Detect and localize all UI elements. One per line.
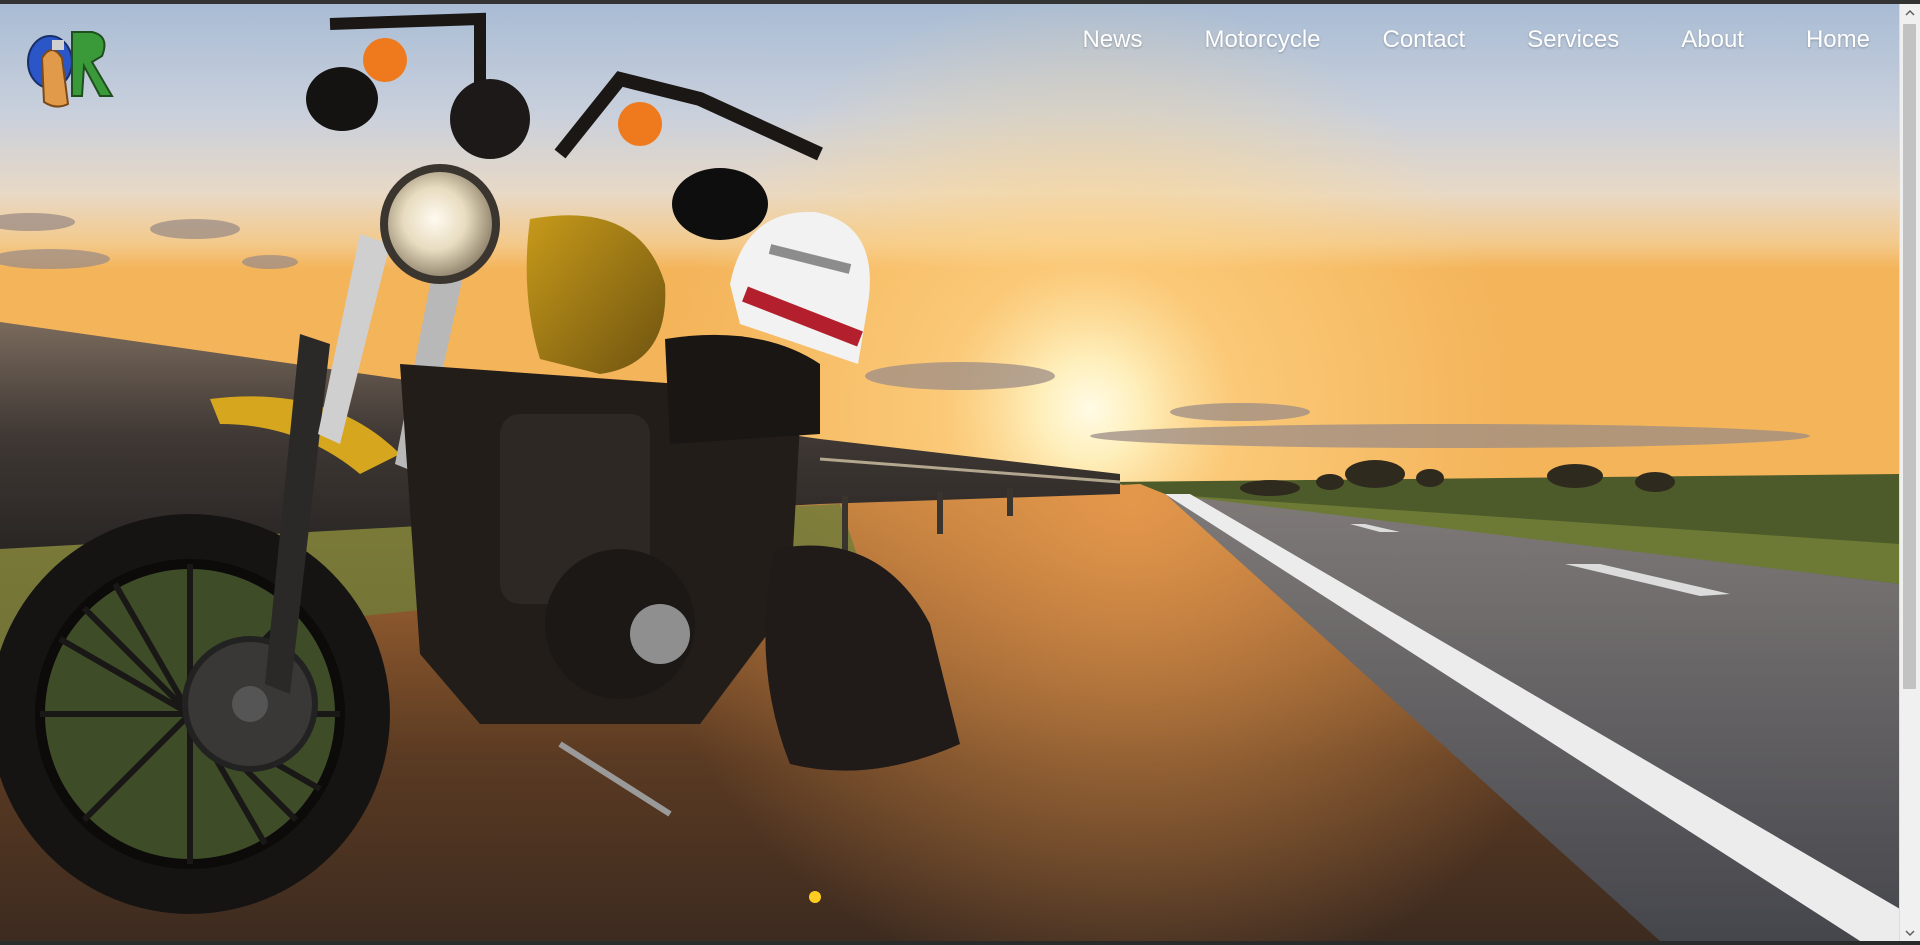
nav-link-contact[interactable]: Contact <box>1352 22 1497 58</box>
page-viewport: News Motorcycle Contact Services About H… <box>0 4 1900 941</box>
brand-logo[interactable] <box>22 22 114 108</box>
hero-background-image <box>0 4 1900 941</box>
scrollbar-thumb[interactable] <box>1903 24 1916 689</box>
main-navigation: News Motorcycle Contact Services About H… <box>1051 22 1870 58</box>
brand-logo-icon <box>27 31 114 108</box>
nav-link-home[interactable]: Home <box>1775 22 1870 58</box>
window-bottom-border <box>0 941 1920 945</box>
scroll-down-arrow-icon[interactable] <box>1900 924 1920 941</box>
nav-link-news[interactable]: News <box>1051 22 1173 58</box>
nav-link-services[interactable]: Services <box>1496 22 1650 58</box>
nav-link-about[interactable]: About <box>1650 22 1775 58</box>
nav-link-motorcycle[interactable]: Motorcycle <box>1173 22 1351 58</box>
vertical-scrollbar[interactable] <box>1899 4 1920 941</box>
scroll-up-arrow-icon[interactable] <box>1900 4 1920 21</box>
